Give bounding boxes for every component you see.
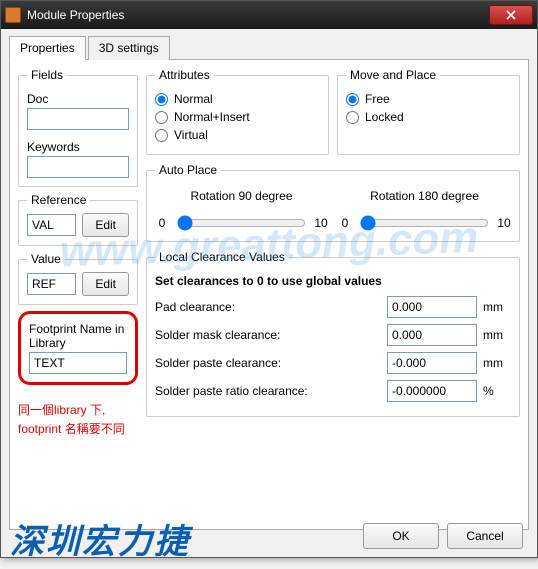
close-icon — [506, 10, 516, 20]
ratio-clearance-input[interactable] — [387, 380, 477, 402]
tab-3d-settings[interactable]: 3D settings — [88, 36, 170, 60]
app-icon — [5, 7, 21, 23]
dialog-buttons: OK Cancel — [363, 523, 523, 549]
attr-normalinsert-label: Normal+Insert — [174, 110, 250, 124]
reference-edit-button[interactable]: Edit — [82, 213, 129, 237]
attributes-group: Attributes Normal Normal+Insert Virtual — [146, 68, 329, 155]
ratio-clearance-label: Solder paste ratio clearance: — [155, 384, 381, 398]
attr-normal-radio[interactable] — [155, 93, 168, 106]
keywords-label: Keywords — [27, 140, 129, 154]
paste-clearance-unit: mm — [483, 356, 511, 370]
mp-free-radio[interactable] — [346, 93, 359, 106]
rot180-max: 10 — [497, 216, 511, 230]
mask-clearance-label: Solder mask clearance: — [155, 328, 381, 342]
annotation-line1: 同一個library 下, — [18, 401, 138, 420]
clearances-hint: Set clearances to 0 to use global values — [155, 274, 511, 288]
attr-virtual-radio[interactable] — [155, 129, 168, 142]
dialog-body: Properties 3D settings Fields Doc Keywor… — [1, 29, 537, 557]
mask-clearance-unit: mm — [483, 328, 511, 342]
attr-virtual-label: Virtual — [174, 128, 208, 142]
footprint-highlight: Footprint Name in Library — [18, 311, 138, 385]
ratio-clearance-unit: % — [483, 384, 511, 398]
paste-clearance-label: Solder paste clearance: — [155, 356, 381, 370]
fields-group: Fields Doc Keywords — [18, 68, 138, 187]
tabpage-properties: Fields Doc Keywords Reference Edit — [9, 60, 529, 530]
keywords-input[interactable] — [27, 156, 129, 178]
footprint-label: Footprint Name in Library — [29, 322, 127, 350]
mp-locked-label: Locked — [365, 110, 404, 124]
mask-clearance-input[interactable] — [387, 324, 477, 346]
rot90-label: Rotation 90 degree — [155, 189, 328, 203]
rot180-label: Rotation 180 degree — [338, 189, 511, 203]
value-edit-button[interactable]: Edit — [82, 272, 129, 296]
rot180-min: 0 — [338, 216, 352, 230]
annotation-line2: footprint 名稱要不同 — [18, 420, 138, 439]
window-title: Module Properties — [27, 8, 489, 22]
pad-clearance-label: Pad clearance: — [155, 300, 381, 314]
doc-label: Doc — [27, 92, 129, 106]
window: Module Properties Properties 3D settings… — [0, 0, 538, 558]
rot180-slider[interactable] — [360, 215, 489, 231]
close-button[interactable] — [489, 5, 533, 25]
ok-button[interactable]: OK — [363, 523, 439, 549]
value-legend: Value — [27, 252, 65, 266]
autoplace-legend: Auto Place — [155, 163, 221, 177]
tab-properties[interactable]: Properties — [9, 36, 86, 60]
tabstrip: Properties 3D settings — [9, 35, 529, 60]
titlebar: Module Properties — [1, 1, 537, 29]
reference-group: Reference Edit — [18, 193, 138, 246]
autoplace-group: Auto Place Rotation 90 degree 0 10 — [146, 163, 520, 242]
clearances-legend: Local Clearance Values — [155, 250, 289, 264]
mp-free-label: Free — [365, 92, 390, 106]
moveplace-group: Move and Place Free Locked — [337, 68, 520, 155]
doc-input[interactable] — [27, 108, 129, 130]
reference-input[interactable] — [27, 214, 76, 236]
reference-legend: Reference — [27, 193, 90, 207]
annotation: 同一個library 下, footprint 名稱要不同 — [18, 401, 138, 439]
rot90-max: 10 — [314, 216, 328, 230]
clearances-group: Local Clearance Values Set clearances to… — [146, 250, 520, 417]
moveplace-legend: Move and Place — [346, 68, 440, 82]
value-group: Value Edit — [18, 252, 138, 305]
rot90-slider[interactable] — [177, 215, 306, 231]
attributes-legend: Attributes — [155, 68, 214, 82]
pad-clearance-input[interactable] — [387, 296, 477, 318]
footprint-name-input[interactable] — [29, 352, 127, 374]
attr-normal-label: Normal — [174, 92, 213, 106]
value-input[interactable] — [27, 273, 76, 295]
attr-normalinsert-radio[interactable] — [155, 111, 168, 124]
fields-legend: Fields — [27, 68, 67, 82]
mp-locked-radio[interactable] — [346, 111, 359, 124]
rot90-min: 0 — [155, 216, 169, 230]
cancel-button[interactable]: Cancel — [447, 523, 523, 549]
paste-clearance-input[interactable] — [387, 352, 477, 374]
pad-clearance-unit: mm — [483, 300, 511, 314]
